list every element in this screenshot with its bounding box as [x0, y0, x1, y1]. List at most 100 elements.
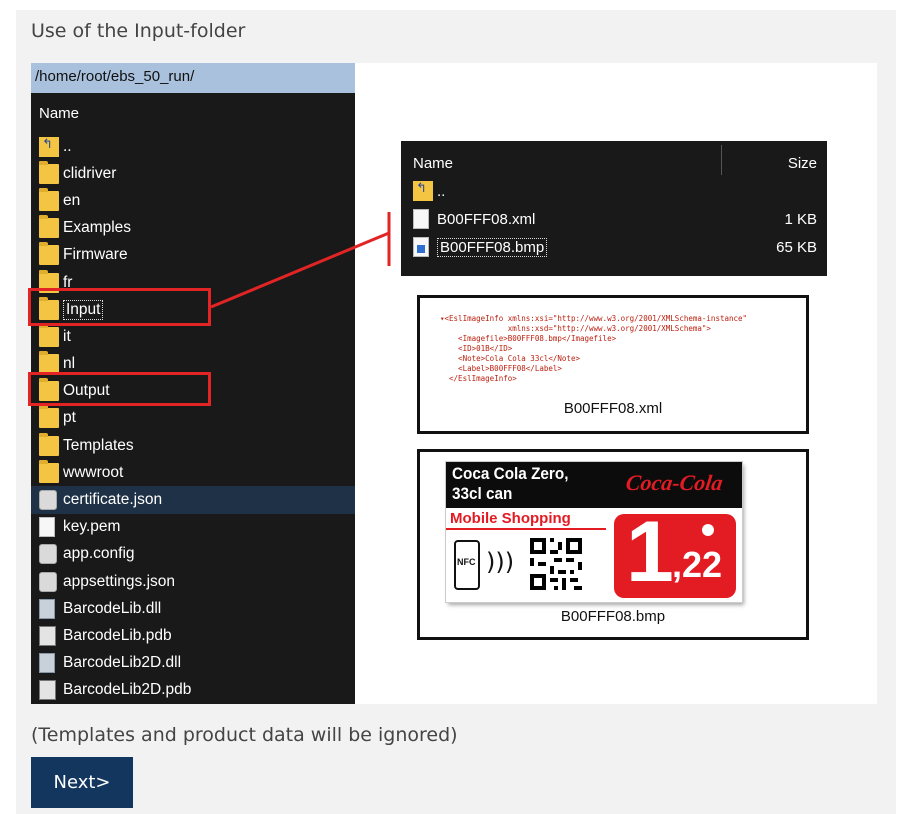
xml-line: <Note>Cola Cola 33cl</Note> — [440, 354, 580, 363]
xml-code: ▾<EslImageInfo xmlns:xsi="http://www.w3.… — [440, 314, 747, 384]
esl-label-image: Coca Cola Zero, 33cl can Coca-Cola Mobil… — [446, 462, 742, 602]
file-list-item-label: appsettings.json — [63, 572, 176, 590]
file-list-item[interactable]: it — [31, 323, 355, 350]
folder-icon — [39, 160, 59, 184]
xml-line: </EslImageInfo> — [440, 374, 517, 383]
output-folder-highlight — [28, 372, 211, 406]
next-button[interactable]: Next> — [31, 757, 133, 808]
input-folder-highlight — [28, 288, 211, 326]
input-file-size: 1 KB — [784, 210, 817, 228]
input-file-name: B00FFF08.xml — [437, 210, 536, 228]
file-list-item-label: pt — [63, 409, 76, 427]
price-tag: 1 ,22 — [614, 504, 736, 600]
json-file-icon — [39, 571, 57, 592]
input-file-item[interactable]: .. — [413, 179, 817, 203]
file-list-item[interactable]: key.pem — [31, 514, 355, 541]
xml-line: <Imagefile>B00FFF08.bmp</Imagefile> — [440, 334, 617, 343]
file-list-item[interactable]: certificate.json — [31, 486, 355, 514]
nfc-phone-icon: NFC — [454, 540, 480, 590]
file-list-item[interactable]: Firmware — [31, 242, 355, 269]
page-heading: Use of the Input-folder — [31, 20, 246, 42]
nfc-waves-icon: ))) — [486, 548, 515, 576]
folder-icon — [39, 215, 59, 239]
price-dot — [702, 524, 714, 536]
price-decimal: ,22 — [672, 544, 723, 585]
file-list-item-label: BarcodeLib.pdb — [63, 626, 172, 644]
product-name-line1: Coca Cola Zero, — [452, 464, 569, 483]
folder-up-icon — [413, 180, 433, 201]
dll-file-icon — [39, 598, 55, 619]
file-list-item-label: Templates — [63, 436, 134, 454]
file-list-item[interactable]: app.config — [31, 541, 355, 568]
input-file-name: .. — [437, 182, 446, 200]
input-file-size: 65 KB — [776, 238, 817, 256]
folder-icon — [39, 405, 59, 429]
file-list-item[interactable]: wwwroot — [31, 459, 355, 486]
input-file-name: B00FFF08.bmp — [437, 237, 548, 257]
file-list-item-label: Examples — [63, 219, 132, 237]
brand-logo: Coca-Cola — [624, 470, 725, 495]
promo-text: Mobile Shopping — [450, 510, 571, 527]
xml-line: xmlns:xsd="http://www.w3.org/2001/XMLSch… — [440, 324, 711, 333]
file-list-item[interactable]: BarcodeLib.dll — [31, 595, 355, 622]
bmp-caption: B00FFF08.bmp — [560, 608, 666, 625]
xml-preview: ▾<EslImageInfo xmlns:xsi="http://www.w3.… — [417, 295, 809, 434]
xml-caption: B00FFF08.xml — [563, 400, 663, 417]
input-name-column-header[interactable]: Name — [413, 155, 453, 172]
file-list-item-label: BarcodeLib2D.dll — [63, 654, 182, 672]
product-name-line2: 33cl can — [452, 484, 513, 503]
xml-line: ▾<EslImageInfo xmlns:xsi="http://www.w3.… — [440, 314, 748, 323]
file-list-item-label: it — [63, 327, 71, 345]
file-list-item[interactable]: .. — [31, 133, 355, 160]
price-integer: 1 — [626, 504, 674, 600]
folder-icon — [39, 323, 59, 347]
folder-icon — [39, 242, 59, 266]
file-list-item-label: app.config — [63, 545, 135, 563]
file-list-item-label: certificate.json — [63, 491, 163, 509]
file-list: ..clidriverenExamplesFirmwarefrInputitnl… — [31, 133, 355, 704]
file-list-item[interactable]: BarcodeLib2D.pdb — [31, 677, 355, 704]
file-list-item-label: BarcodeLib2D.pdb — [63, 681, 192, 699]
xml-file-icon — [413, 209, 429, 229]
file-list-item-label: nl — [63, 355, 76, 373]
pdb-file-icon — [39, 680, 56, 701]
bmp-file-icon — [413, 237, 429, 257]
folder-icon — [39, 459, 59, 483]
promo-underline — [446, 528, 606, 530]
nfc-text: NFC — [457, 557, 476, 567]
folder-icon — [39, 187, 59, 211]
file-list-item[interactable]: Examples — [31, 215, 355, 242]
path-bar[interactable]: /home/root/ebs_50_run/ — [31, 63, 355, 93]
file-list-item-label: en — [63, 191, 81, 209]
file-icon — [39, 517, 55, 538]
bmp-preview: Coca Cola Zero, 33cl can Coca-Cola Mobil… — [417, 449, 809, 640]
file-list-item-label: clidriver — [63, 164, 117, 182]
xml-line: <ID>01B</ID> — [440, 344, 513, 353]
file-list-item[interactable]: Templates — [31, 432, 355, 459]
file-list-item-label: .. — [63, 137, 72, 155]
pdb-file-icon — [39, 625, 56, 646]
json-file-icon — [39, 490, 57, 511]
input-size-column-header[interactable]: Size — [788, 155, 817, 172]
product-name: Coca Cola Zero, 33cl can — [452, 464, 596, 504]
file-list-item-label: Firmware — [63, 246, 128, 264]
file-list-item-label: key.pem — [63, 518, 121, 536]
column-divider[interactable] — [721, 145, 722, 175]
file-list-item[interactable]: BarcodeLib.pdb — [31, 622, 355, 649]
file-list-item-label: wwwroot — [63, 463, 124, 481]
dll-file-icon — [39, 653, 55, 674]
folder-icon — [39, 432, 59, 456]
file-list-item[interactable]: appsettings.json — [31, 568, 355, 595]
file-list-item[interactable]: en — [31, 187, 355, 214]
xml-line: <Label>B00FFF08</Label> — [440, 364, 562, 373]
file-list-item-label: BarcodeLib.dll — [63, 599, 162, 617]
input-folder-explorer: Name Size .. B00FFF08.xml 1 KB B00FFF08.bmp… — [401, 141, 827, 276]
qr-code-icon — [530, 538, 582, 590]
file-list-item[interactable]: clidriver — [31, 160, 355, 187]
input-file-item[interactable]: B00FFF08.bmp 65 KB — [413, 235, 817, 259]
name-column-header[interactable]: Name — [31, 93, 355, 133]
config-file-icon — [39, 544, 57, 565]
file-list-item[interactable]: pt — [31, 405, 355, 432]
file-list-item[interactable]: BarcodeLib2D.dll — [31, 650, 355, 677]
input-file-item[interactable]: B00FFF08.xml 1 KB — [413, 207, 817, 231]
